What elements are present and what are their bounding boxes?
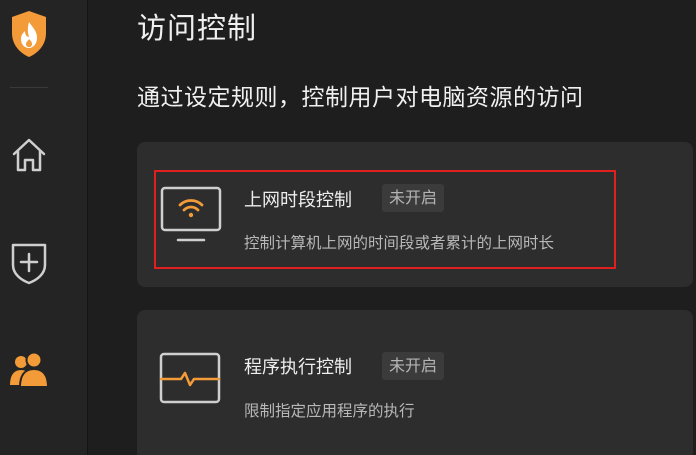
shield-flame-icon: [9, 9, 49, 59]
app-window: 访问控制 通过设定规则，控制用户对电脑资源的访问 上网时段控制 未开启 控制计算…: [0, 0, 696, 455]
card-title: 上网时段控制: [244, 190, 352, 211]
sidebar-item-access-control[interactable]: [9, 349, 50, 389]
monitor-wifi-icon: [160, 186, 222, 244]
monitor-pulse-icon: [159, 352, 221, 410]
sidebar-item-home[interactable]: [9, 135, 49, 175]
card-internet-time-control[interactable]: 上网时段控制 未开启 控制计算机上网的时间段或者累计的上网时长: [137, 142, 693, 287]
card-title: 程序执行控制: [244, 357, 352, 378]
home-icon: [12, 138, 46, 172]
card-description: 控制计算机上网的时间段或者累计的上网时长: [244, 234, 555, 252]
card-description: 限制指定应用程序的执行: [244, 402, 415, 420]
card-program-execution-control[interactable]: 程序执行控制 未开启 限制指定应用程序的执行: [137, 310, 693, 455]
users-icon: [10, 351, 50, 388]
shield-plus-icon: [11, 243, 47, 285]
status-badge: 未开启: [382, 184, 445, 212]
status-badge: 未开启: [382, 352, 445, 380]
main-content: 访问控制 通过设定规则，控制用户对电脑资源的访问 上网时段控制 未开启 控制计算…: [88, 0, 696, 455]
sidebar-divider: [10, 87, 48, 88]
page-subtitle: 通过设定规则，控制用户对电脑资源的访问: [137, 85, 584, 111]
page-title: 访问控制: [137, 11, 258, 45]
sidebar-item-protection[interactable]: [9, 241, 49, 285]
sidebar: [0, 0, 88, 455]
